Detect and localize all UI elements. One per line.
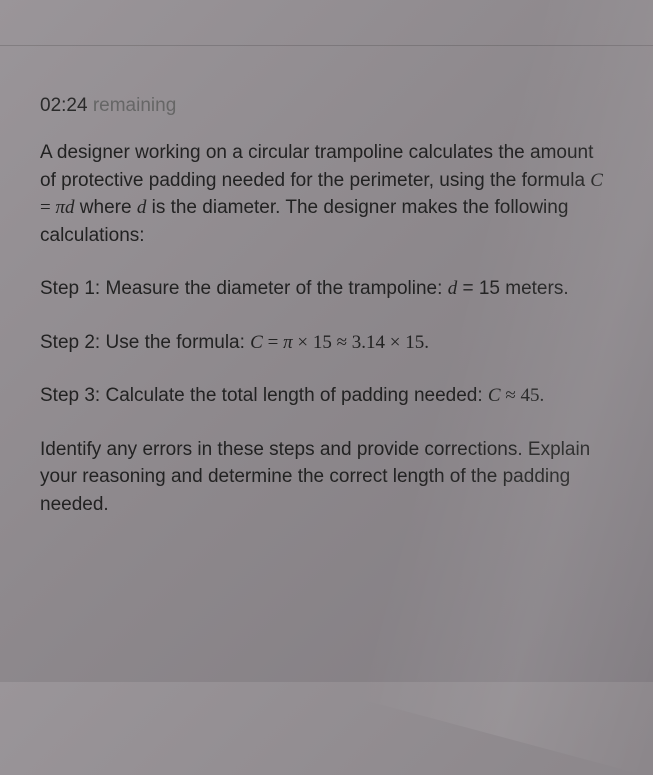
step3-label: Step 3: [40,385,106,406]
step3-val: ≈ 45. [501,385,545,406]
step1-val: = 15 meters. [457,278,568,299]
step3-text: Calculate the total length of padding ne… [106,385,488,406]
formula-eq: = [40,197,55,218]
step2-mult1: × 15 ≈ 3.14 × 15. [293,332,429,353]
step2-C: C [250,332,263,353]
formula-d: d [65,197,75,218]
formula-C: C [590,170,603,191]
timer-display: 02:24 remaining [40,95,613,117]
step2-pi: π [283,332,293,353]
step1-var: d [448,278,458,299]
problem-intro: A designer working on a circular trampol… [40,139,613,249]
step2-eq1: = [263,332,283,353]
step1-text: Measure the diameter of the trampoline: [106,278,448,299]
step2-text: Use the formula: [106,332,251,353]
timer-time: 02:24 [40,95,88,116]
formula-pi: π [55,197,65,218]
step-2: Step 2: Use the formula: C = π × 15 ≈ 3.… [40,329,613,357]
question-prompt: Identify any errors in these steps and p… [40,436,613,519]
step-1: Step 1: Measure the diameter of the tram… [40,275,613,303]
intro-text-2: where [75,197,137,218]
document-content: 02:24 remaining A designer working on a … [0,0,653,548]
step2-label: Step 2: [40,332,106,353]
step3-C: C [488,385,501,406]
question-text: Identify any errors in these steps and p… [40,439,590,515]
step1-label: Step 1: [40,278,106,299]
step-3: Step 3: Calculate the total length of pa… [40,382,613,410]
timer-label: remaining [93,95,176,116]
formula-d2: d [137,197,147,218]
intro-text-1: A designer working on a circular trampol… [40,142,593,191]
top-divider [0,45,653,46]
